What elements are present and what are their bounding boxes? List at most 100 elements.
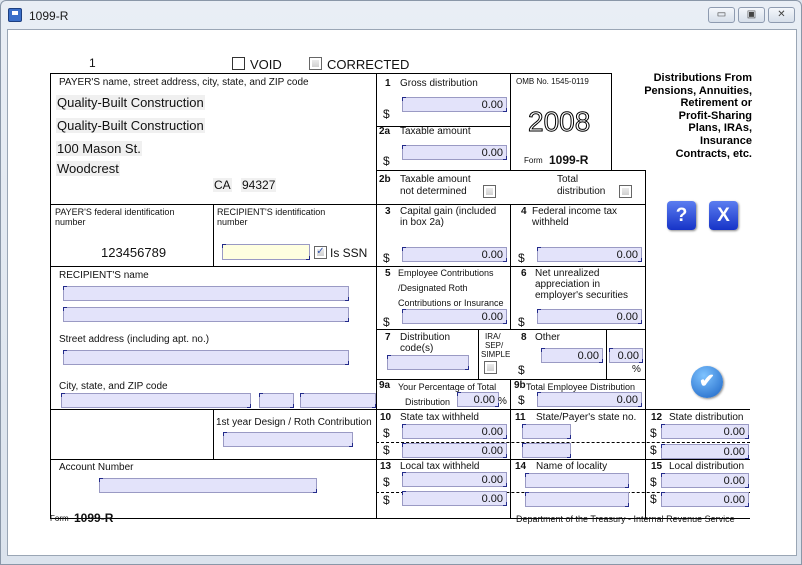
footer-form-name: 1099-R: [74, 511, 114, 525]
dollar-sign: $: [518, 393, 525, 407]
form-prefix: Form: [524, 156, 543, 165]
box10-input-2[interactable]: 0.00: [402, 443, 507, 458]
box8-percent-input[interactable]: 0.00: [609, 348, 643, 363]
box1-input[interactable]: 0.00: [402, 97, 507, 112]
ok-button[interactable]: ✔: [691, 366, 723, 398]
payer-zip[interactable]: 94327: [241, 178, 277, 192]
dollar-sign: $: [518, 315, 525, 329]
box10-label: State tax withheld: [400, 412, 479, 423]
dollar-sign: $: [518, 363, 525, 377]
box10-input-1[interactable]: 0.00: [402, 424, 507, 439]
box11-input-2[interactable]: [522, 443, 571, 458]
box4-number: 4: [521, 206, 527, 217]
box5-label: Employee Contributions: [398, 268, 494, 278]
box14-number: 14: [515, 461, 527, 472]
payer-state[interactable]: CA: [213, 178, 232, 192]
payer-name-1[interactable]: Quality-Built Construction: [56, 95, 205, 110]
box2b-number: 2b: [379, 174, 391, 185]
dollar-sign: $: [383, 475, 390, 489]
payer-street[interactable]: 100 Mason St.: [56, 141, 142, 156]
recipient-city-label: City, state, and ZIP code: [59, 381, 168, 392]
box10-number: 10: [380, 412, 392, 423]
recipient-id-label-2: number: [217, 217, 248, 227]
dollar-sign: $: [383, 315, 390, 329]
is-ssn-checkbox[interactable]: ✓: [314, 246, 327, 259]
box13-input-2[interactable]: 0.00: [402, 491, 507, 506]
payer-name-2[interactable]: Quality-Built Construction: [56, 118, 205, 133]
box15-label: Local distribution: [669, 461, 745, 472]
box3-input[interactable]: 0.00: [402, 247, 507, 262]
box9b-input[interactable]: 0.00: [537, 392, 642, 407]
footer-form-prefix: Form: [50, 514, 69, 523]
ira-sep-simple-checkbox[interactable]: [484, 361, 497, 374]
window: 1099-R ▭ ▣ ✕ 1 VOID CORRECTED PAYER'S na…: [0, 0, 802, 565]
box9b-label: Total Employee Distribution: [526, 382, 636, 392]
tax-year: 2008: [527, 106, 591, 138]
dollar-sign: $: [518, 251, 525, 265]
box9b-number: 9b: [514, 380, 526, 391]
box13-number: 13: [380, 461, 392, 472]
form-name: 1099-R: [549, 153, 589, 167]
box3-label: Capital gain (included: [400, 206, 497, 217]
box1-number: 1: [385, 78, 391, 89]
box7-number: 7: [385, 332, 391, 343]
recipient-id-input[interactable]: [222, 244, 310, 260]
box6-input[interactable]: 0.00: [537, 309, 642, 324]
box11-input-1[interactable]: [522, 424, 571, 439]
box4-input[interactable]: 0.00: [537, 247, 642, 262]
box9a-input[interactable]: 0.00: [457, 392, 499, 407]
box2a-input[interactable]: 0.00: [402, 145, 507, 160]
account-number-label: Account Number: [59, 462, 134, 473]
total-distribution-checkbox[interactable]: [619, 185, 632, 198]
recipient-street-input[interactable]: [63, 350, 349, 365]
minimize-button[interactable]: ▭: [708, 7, 735, 23]
corrected-checkbox[interactable]: [309, 57, 322, 70]
dollar-sign: $: [383, 154, 390, 168]
box6-label-2: appreciation in: [535, 279, 601, 290]
dollar-sign: $: [650, 492, 657, 506]
recipient-name-2-input[interactable]: [63, 307, 349, 322]
taxable-not-determined-checkbox[interactable]: [483, 185, 496, 198]
cancel-button[interactable]: X: [709, 201, 738, 230]
recipient-state-input[interactable]: [259, 393, 294, 408]
first-year-input[interactable]: [223, 432, 353, 447]
payer-fed-id-label: PAYER'S federal identification: [55, 207, 175, 217]
box8-input[interactable]: 0.00: [541, 348, 603, 363]
box5-input[interactable]: 0.00: [402, 309, 507, 324]
box12-input-1[interactable]: 0.00: [661, 424, 749, 439]
box15-input-1[interactable]: 0.00: [661, 473, 749, 488]
recipient-name-1-input[interactable]: [63, 286, 349, 301]
ira-label-2: SEP/: [485, 341, 504, 350]
box15-input-2[interactable]: 0.00: [661, 492, 749, 507]
box14-input-1[interactable]: [525, 473, 629, 488]
dollar-sign: $: [650, 443, 657, 457]
ira-label: IRA/: [485, 332, 501, 341]
box13-label: Local tax withheld: [400, 461, 480, 472]
box4-label: Federal income tax: [532, 206, 618, 217]
dollar-sign: $: [383, 443, 390, 457]
box11-label: State/Payer's state no.: [536, 412, 637, 423]
box8-label: Other: [535, 332, 561, 343]
box13-input-1[interactable]: 0.00: [402, 472, 507, 487]
payer-label: PAYER'S name, street address, city, stat…: [59, 77, 309, 88]
account-number-input[interactable]: [99, 478, 317, 493]
help-button[interactable]: ?: [667, 201, 696, 230]
recipient-zip-input[interactable]: [300, 393, 376, 408]
box8-number: 8: [521, 332, 527, 343]
box12-input-2[interactable]: 0.00: [661, 444, 749, 459]
payer-city[interactable]: Woodcrest: [56, 161, 120, 176]
box7-input[interactable]: [387, 355, 469, 370]
close-window-button[interactable]: ✕: [768, 7, 795, 23]
total-distribution-label-2: distribution: [557, 186, 606, 197]
recipient-city-input[interactable]: [61, 393, 251, 408]
box7-label-2: code(s): [400, 343, 434, 354]
payer-fed-id-value[interactable]: 123456789: [101, 245, 166, 260]
box5-number: 5: [385, 268, 391, 279]
maximize-button[interactable]: ▣: [738, 7, 765, 23]
box14-input-2[interactable]: [525, 492, 629, 507]
void-checkbox[interactable]: [232, 57, 245, 70]
box11-number: 11: [515, 412, 526, 423]
omb-number: OMB No. 1545-0119: [516, 77, 589, 86]
form-area: 1 VOID CORRECTED PAYER'S name, street ad…: [7, 29, 797, 556]
void-label: VOID: [250, 57, 282, 72]
